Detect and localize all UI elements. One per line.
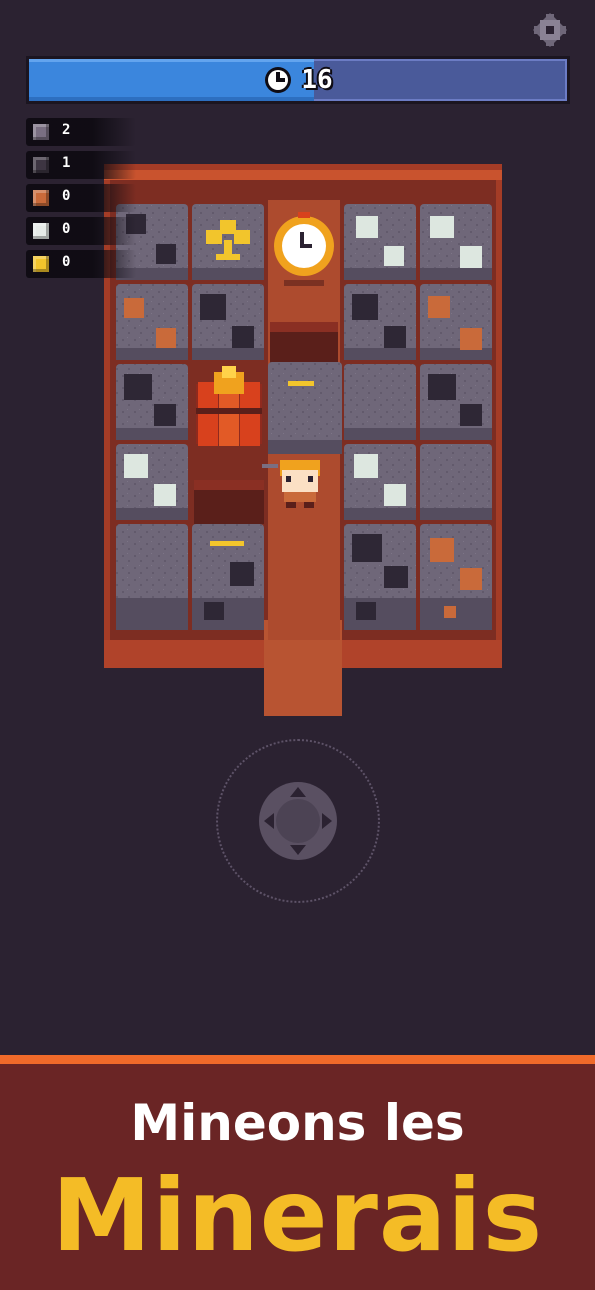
ore-tile-coal bbox=[344, 284, 416, 360]
ore-tile-coal bbox=[420, 364, 492, 440]
ore-tile-stone bbox=[116, 524, 188, 630]
dpad-icon[interactable] bbox=[258, 781, 338, 861]
ore-row-silver: 0 bbox=[26, 217, 136, 245]
ore-row-copper: 0 bbox=[26, 184, 136, 212]
ore-tile-copper bbox=[116, 284, 188, 360]
ore-count: 0 bbox=[62, 188, 71, 204]
ore-tile-coal bbox=[192, 524, 264, 630]
dug-hole bbox=[194, 480, 264, 524]
ore-tile-trophy bbox=[192, 204, 264, 280]
ore-tile-silver bbox=[116, 444, 188, 520]
ore-tile-silver bbox=[420, 204, 492, 280]
ore-tile-silver bbox=[344, 204, 416, 280]
timer-value: 16 bbox=[301, 65, 333, 95]
stone-block bbox=[268, 362, 342, 454]
ore-tile-coal bbox=[192, 284, 264, 360]
gear-icon bbox=[533, 13, 567, 47]
ore-tile-copper bbox=[420, 524, 492, 630]
ore-count: 0 bbox=[62, 254, 71, 270]
stone-ore-icon bbox=[33, 124, 49, 140]
ore-tile-coal bbox=[344, 524, 416, 630]
ore-tile-copper bbox=[420, 284, 492, 360]
settings-button[interactable] bbox=[532, 12, 568, 48]
copper-ore-icon bbox=[33, 190, 49, 206]
ore-row-gold: 0 bbox=[26, 250, 136, 278]
dug-hole bbox=[270, 322, 338, 364]
ore-tile-stone bbox=[344, 364, 416, 440]
ore-tile-silver bbox=[344, 444, 416, 520]
coal-ore-icon bbox=[33, 157, 49, 173]
timer-bar: 16 bbox=[26, 56, 570, 104]
promo-banner: Mineons les Minerais bbox=[0, 1055, 595, 1290]
ore-count: 0 bbox=[62, 221, 71, 237]
ore-tile-stone bbox=[420, 444, 492, 520]
ore-count: 1 bbox=[62, 155, 71, 171]
silver-ore-icon bbox=[33, 223, 49, 239]
ore-count: 2 bbox=[62, 122, 71, 138]
ore-row-coal: 1 bbox=[26, 151, 136, 179]
clock-icon bbox=[265, 67, 292, 93]
ore-tile-coal bbox=[116, 364, 188, 440]
virtual-joystick[interactable] bbox=[216, 739, 380, 903]
gold-ore-icon bbox=[33, 256, 49, 272]
banner-title: Minerais bbox=[51, 1157, 544, 1274]
banner-subtitle: Mineons les bbox=[130, 1094, 465, 1152]
ore-row-stone: 2 bbox=[26, 118, 136, 146]
ore-inventory: 2 1 0 0 0 bbox=[26, 118, 136, 283]
